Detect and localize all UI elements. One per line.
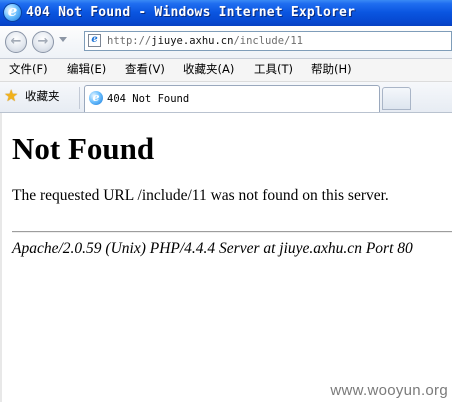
ie-page-icon: e — [89, 91, 103, 105]
tab-title: 404 Not Found — [107, 93, 190, 105]
tab-active[interactable]: e 404 Not Found — [84, 85, 380, 112]
forward-button[interactable]: → — [32, 31, 54, 53]
page-content: Not Found The requested URL /include/11 … — [0, 113, 452, 402]
navigation-bar: ← → e http://jiuye.axhu.cn/include/11 — [0, 26, 452, 59]
ie-logo-icon: e — [4, 2, 21, 21]
favorites-button[interactable]: ★ 收藏夹 — [4, 87, 70, 107]
content-left-border — [0, 113, 2, 402]
address-host: jiuye.axhu.cn — [151, 35, 234, 47]
toolbar-divider — [79, 87, 80, 109]
title-bar: e 404 Not Found - Windows Internet Explo… — [0, 0, 452, 26]
page-heading: Not Found — [12, 131, 155, 166]
menu-view[interactable]: 查看(V) — [125, 62, 165, 77]
menu-tools[interactable]: 工具(T) — [254, 62, 293, 77]
back-arrow-icon: ← — [10, 34, 22, 49]
page-icon: e — [88, 34, 101, 47]
menu-help[interactable]: 帮助(H) — [311, 62, 352, 77]
history-dropdown-icon[interactable] — [59, 37, 67, 42]
menu-file[interactable]: 文件(F) — [9, 62, 48, 77]
new-tab-button[interactable] — [382, 87, 411, 110]
tab-bar: ★ 收藏夹 e 404 Not Found — [0, 82, 452, 113]
watermark: www.wooyun.org — [330, 382, 448, 399]
address-url[interactable]: http://jiuye.axhu.cn/include/11 — [107, 34, 303, 48]
menu-favorites[interactable]: 收藏夹(A) — [183, 62, 234, 77]
back-button[interactable]: ← — [5, 31, 27, 53]
forward-arrow-icon: → — [37, 34, 49, 49]
address-prefix: http:// — [107, 35, 152, 47]
address-path: /include/11 — [233, 35, 303, 47]
address-bar[interactable]: e http://jiuye.axhu.cn/include/11 — [84, 31, 452, 51]
window-title: 404 Not Found - Windows Internet Explore… — [26, 5, 356, 20]
divider — [12, 231, 452, 233]
star-icon: ★ — [4, 86, 19, 105]
favorites-label: 收藏夹 — [25, 89, 60, 103]
menu-edit[interactable]: 编辑(E) — [67, 62, 106, 77]
error-message: The requested URL /include/11 was not fo… — [12, 187, 389, 204]
menu-bar: 文件(F) 编辑(E) 查看(V) 收藏夹(A) 工具(T) 帮助(H) — [0, 59, 452, 82]
server-signature: Apache/2.0.59 (Unix) PHP/4.4.4 Server at… — [12, 240, 413, 257]
